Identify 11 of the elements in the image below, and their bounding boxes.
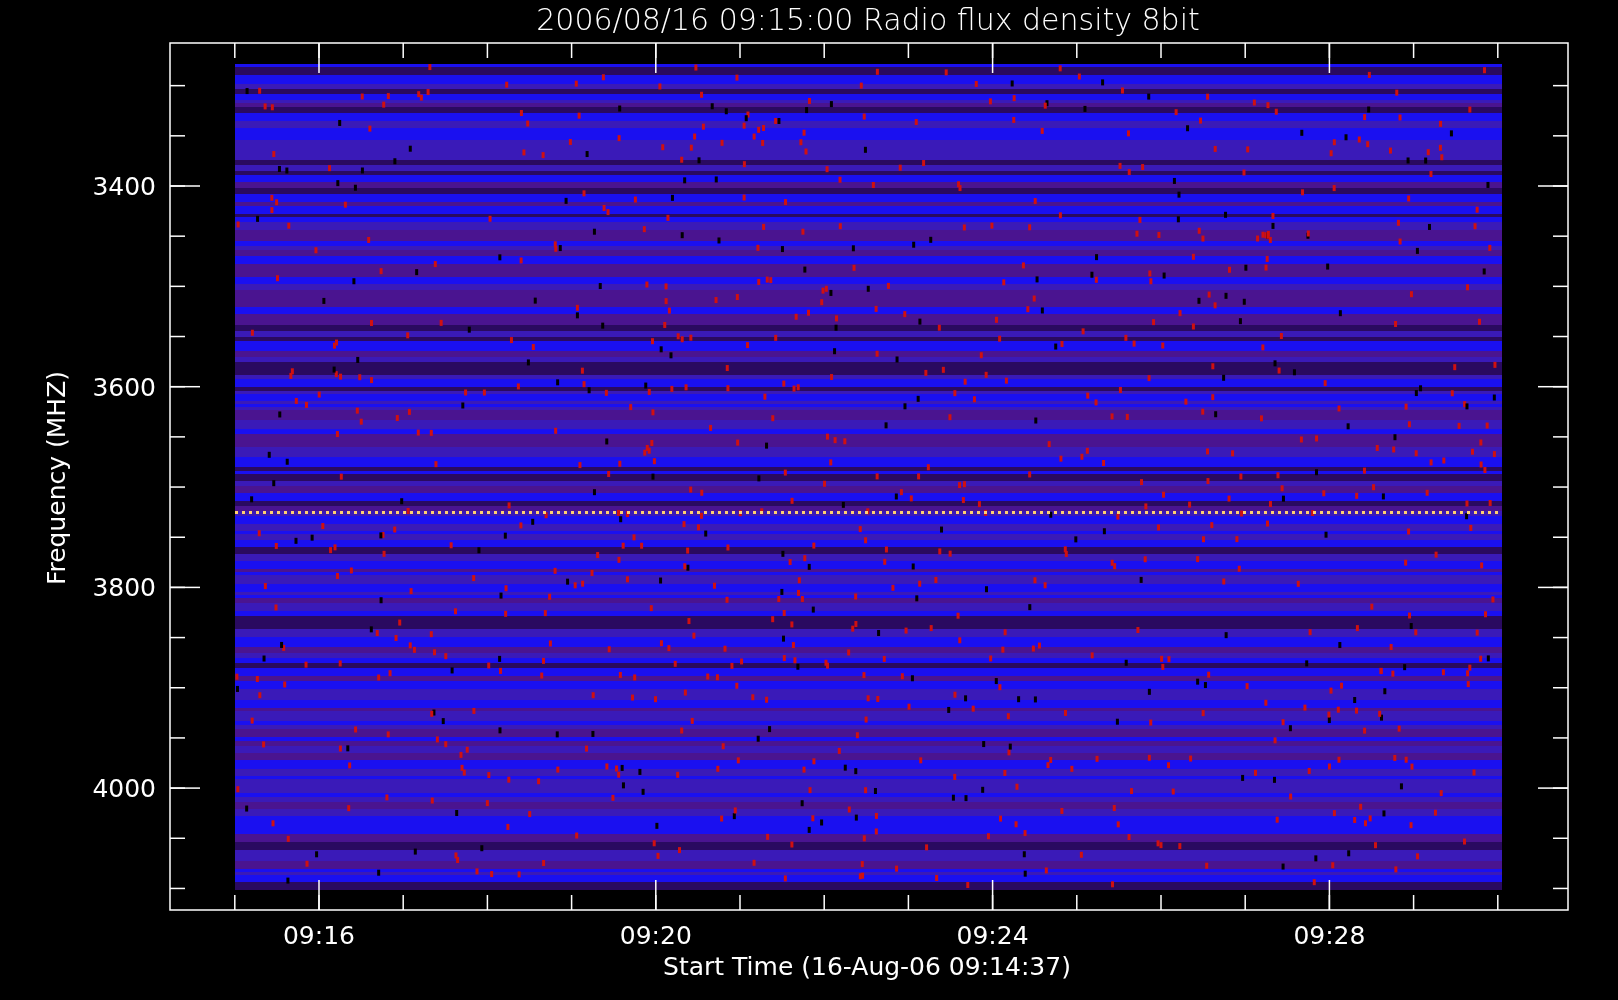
y-axis-label: Frequency (MHZ) <box>42 370 71 586</box>
chart-title: 2006/08/16 09:15:00 Radio flux density 8bit <box>536 2 1200 37</box>
axis-tick-label: 3800 <box>92 573 156 603</box>
axis-tick-label: 09:28 <box>1293 921 1366 950</box>
axis-tick-label: 3600 <box>92 372 156 402</box>
axis-tick-label: 4000 <box>92 774 156 804</box>
x-axis-label: Start Time (16-Aug-06 09:14:37) <box>663 952 1071 981</box>
axis-tick-label: 09:20 <box>619 921 692 950</box>
axis-tick-label: 3400 <box>92 172 156 201</box>
axis-tick-label: 09:16 <box>283 921 355 950</box>
axis-tick-label: 09:24 <box>956 921 1029 950</box>
